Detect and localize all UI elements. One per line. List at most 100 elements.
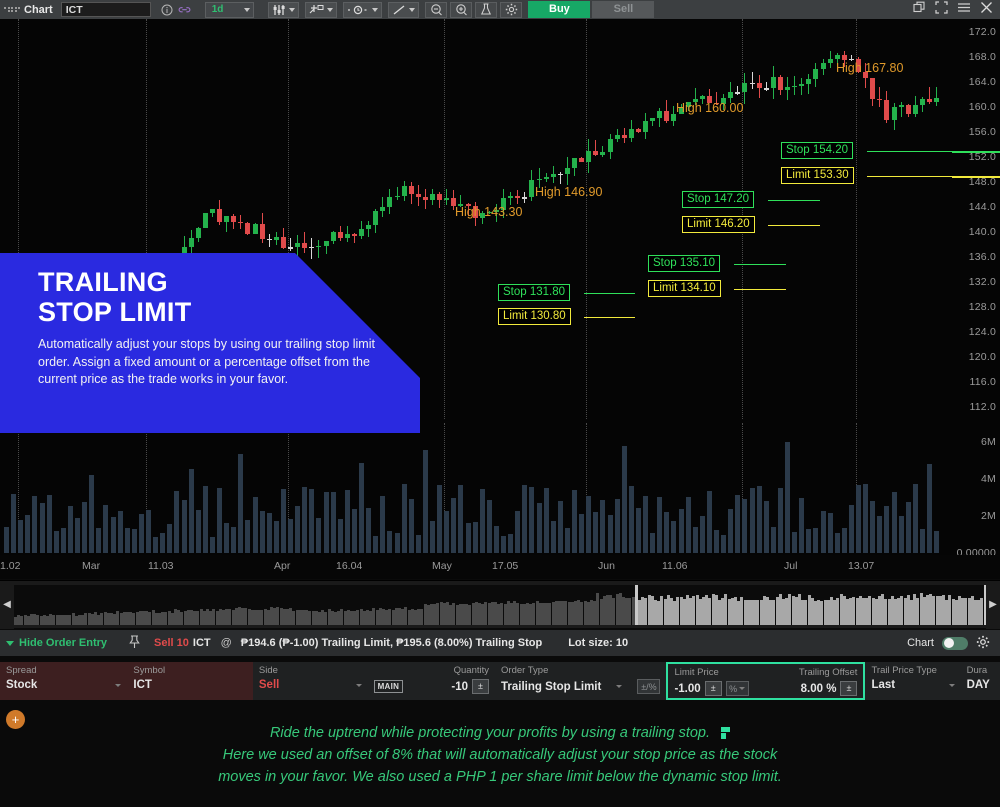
brand-flag-icon xyxy=(721,727,730,739)
limit-level-line xyxy=(867,176,960,177)
timeframe-selector[interactable]: 1d xyxy=(205,2,255,18)
volume-bar xyxy=(664,512,669,553)
drawing-tools-button[interactable] xyxy=(388,2,419,18)
volume-bar xyxy=(480,489,485,553)
fullscreen-icon[interactable] xyxy=(935,1,948,19)
volume-bar xyxy=(778,488,783,553)
volume-bar xyxy=(32,496,37,553)
hide-order-entry-button[interactable]: Hide Order Entry xyxy=(6,637,107,649)
stop-price-tag[interactable]: Stop 135.10 xyxy=(648,255,720,272)
volume-bar xyxy=(650,533,655,553)
duration-field[interactable]: Dura DAY xyxy=(961,662,1000,700)
chevron-down-icon xyxy=(739,687,745,690)
limit-price-tag[interactable]: Limit 130.80 xyxy=(498,308,571,325)
nav-track[interactable] xyxy=(14,585,986,625)
date-axis-tick: May xyxy=(432,560,452,572)
volume-axis-tick: 4M xyxy=(981,473,996,485)
volume-bar xyxy=(160,533,165,553)
side-value: Sell xyxy=(259,679,279,691)
pin-icon[interactable] xyxy=(129,635,140,652)
nav-scroll-left-icon[interactable]: ◀ xyxy=(0,581,14,629)
price-axis-tick: 140.0 xyxy=(969,226,996,238)
volume-bar xyxy=(444,511,449,553)
date-axis[interactable]: 1.02Mar11.03Apr16.04May17.05Jun11.06Jul1… xyxy=(0,555,1000,579)
volume-bar xyxy=(416,535,421,553)
volume-bar xyxy=(913,484,918,553)
trailing-offset-stepper[interactable]: ± xyxy=(840,681,857,696)
panel-title: Chart xyxy=(24,4,53,16)
limit-price-unit[interactable]: % xyxy=(726,681,749,696)
volume-bar xyxy=(671,521,676,554)
quantity-field[interactable]: Quantity MAIN -10 ± xyxy=(368,662,495,700)
zoom-in-button[interactable] xyxy=(450,2,472,18)
stop-price-tag[interactable]: Stop 147.20 xyxy=(682,191,754,208)
volume-bar xyxy=(529,487,534,553)
nav-scroll-right-icon[interactable]: ▶ xyxy=(986,581,1000,629)
chart-navigator[interactable]: ◀ ▶ xyxy=(0,580,1000,628)
volume-bar xyxy=(927,464,932,553)
chart-settings-button[interactable] xyxy=(500,2,522,18)
zoom-out-button[interactable] xyxy=(425,2,447,18)
price-axis-tick: 136.0 xyxy=(969,251,996,263)
trailing-offset-field[interactable]: Trailing Offset 8.00 % ± xyxy=(768,664,863,698)
side-field[interactable]: Side Sell xyxy=(253,662,368,700)
volume-axis-tick: 2M xyxy=(981,510,996,522)
symbol-field[interactable]: Symbol ICT xyxy=(127,662,252,700)
restore-window-icon[interactable] xyxy=(913,1,926,19)
spread-field[interactable]: Spread Stock xyxy=(0,662,127,700)
volume-bar xyxy=(25,515,30,553)
date-axis-tick: 16.04 xyxy=(336,560,362,572)
limit-level-line xyxy=(734,289,786,290)
trail-price-type-field[interactable]: Trail Price Type Last xyxy=(865,662,960,700)
info-icon[interactable] xyxy=(158,2,176,18)
date-axis-tick: Jun xyxy=(598,560,615,572)
volume-bar xyxy=(565,528,570,553)
main-badge[interactable]: MAIN xyxy=(374,680,404,693)
time-settings-button[interactable] xyxy=(343,2,382,18)
order-type-field[interactable]: Order Type Trailing Stop Limit ±/% xyxy=(495,662,666,700)
symbol-input[interactable] xyxy=(61,2,151,17)
volume-bar xyxy=(466,523,471,553)
order-type-unit-select[interactable]: ±/% xyxy=(637,679,660,694)
spread-value: Stock xyxy=(6,679,37,691)
high-price-label: High 143.30 xyxy=(455,205,522,219)
volume-bar xyxy=(373,536,378,553)
limit-price-stepper[interactable]: ± xyxy=(705,681,722,696)
stop-price-tag[interactable]: Stop 131.80 xyxy=(498,284,570,301)
hamburger-menu-icon[interactable] xyxy=(957,1,971,19)
quantity-stepper[interactable]: ± xyxy=(472,679,489,694)
volume-bar xyxy=(899,516,904,553)
volume-bar xyxy=(714,530,719,553)
trailing-offset-value: 8.00 % xyxy=(801,683,837,695)
close-icon[interactable] xyxy=(980,1,993,19)
sell-button[interactable]: Sell xyxy=(592,1,654,18)
buy-button[interactable]: Buy xyxy=(528,1,590,18)
stop-price-tag[interactable]: Stop 154.20 xyxy=(781,142,853,159)
volume-bar xyxy=(274,521,279,553)
chart-toggle[interactable] xyxy=(942,637,968,650)
volume-bar xyxy=(515,511,520,553)
drag-grip-icon[interactable] xyxy=(4,3,20,17)
compare-button[interactable] xyxy=(305,2,337,18)
chevron-down-icon xyxy=(356,684,362,687)
high-price-label: High 167.80 xyxy=(836,61,903,75)
volume-bar xyxy=(501,536,506,553)
limit-price-tag[interactable]: Limit 146.20 xyxy=(682,216,755,233)
volume-bar xyxy=(54,531,59,553)
volume-pane[interactable] xyxy=(0,423,952,553)
limit-price-tag[interactable]: Limit 134.10 xyxy=(648,280,721,297)
volume-bar xyxy=(231,527,236,553)
volume-bar xyxy=(89,475,94,553)
link-icon[interactable] xyxy=(176,2,194,18)
strategy-tester-button[interactable] xyxy=(475,2,497,18)
indicators-button[interactable] xyxy=(268,2,299,18)
chevron-down-icon xyxy=(616,685,622,688)
lot-size-label: Lot size: 10 xyxy=(568,637,628,649)
order-entry-settings-icon[interactable] xyxy=(976,635,990,652)
volume-bar xyxy=(309,489,314,553)
limit-price-tag[interactable]: Limit 153.30 xyxy=(781,167,854,184)
volume-bar xyxy=(359,463,364,553)
grid-line xyxy=(444,19,445,419)
limit-price-field[interactable]: Limit Price -1.00 ± % xyxy=(668,664,768,698)
volume-bar xyxy=(735,495,740,553)
